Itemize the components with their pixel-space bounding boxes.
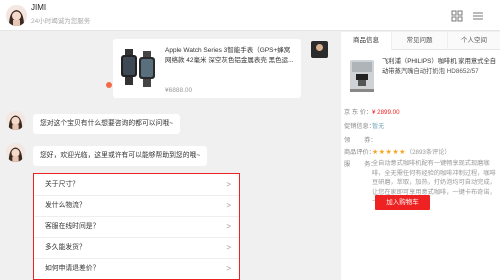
rating-label: 商品评价： (344, 149, 375, 156)
loading-icon (106, 82, 112, 88)
rating-count: （2893条评论） (405, 149, 451, 156)
chevron-right-icon: > (226, 180, 231, 189)
product-image (119, 45, 157, 89)
grid-icon[interactable] (451, 9, 463, 22)
promo-label: 促销信息： (344, 123, 375, 130)
rating-row: 商品评价：★★★★★（2893条评论） (344, 147, 451, 156)
faq-item-label: 如何申请退差价？ (45, 265, 100, 272)
product-card[interactable]: Apple Watch Series 3智能手表（GPS+蜂窝网络款 42毫米 … (113, 39, 301, 98)
faq-item[interactable]: 发什么物流？ > (34, 195, 239, 217)
product-info-panel: 商品信息 常见问题 个人空间 飞利浦（PHILIPS）咖啡机 家用意式全自动带蒸… (341, 32, 500, 280)
agent-avatar (6, 143, 25, 162)
panel-product-title-rest: 嘴自动打奶泡 HD8652/57 (407, 68, 479, 75)
agent-name: JIMI (31, 3, 47, 12)
product-title: Apple Watch Series 3智能手表（GPS+蜂窝网络款 42毫米 … (165, 47, 294, 64)
promo-value: 暂无 (372, 123, 385, 130)
chevron-right-icon: > (226, 201, 231, 210)
faq-item[interactable]: 如何申请退差价？ > (34, 258, 239, 280)
coffee-machine-image (347, 56, 377, 94)
faq-item[interactable]: 关于尺寸？ > (34, 174, 239, 196)
message-bubble: 您对这个宝贝有什么想要咨询的都可以问哦~ (33, 114, 181, 134)
tab-personal-space[interactable]: 个人空间 (447, 32, 500, 50)
price-row: 京 东 价：¥ 2899.00 (344, 107, 400, 116)
agent-avatar (6, 5, 27, 26)
faq-item-label: 多久能发货？ (45, 244, 86, 251)
faq-list: 关于尺寸？ > 发什么物流？ > 客服在线时间是？ > 多久能发货？ > 如何申… (33, 173, 240, 280)
user-avatar (311, 41, 328, 58)
agent-subtitle: 24小时竭诚为您服务 (31, 18, 91, 25)
chat-header: JIMI 24小时竭诚为您服务 (0, 0, 500, 31)
add-to-cart-button[interactable]: 加入购物车 (375, 195, 430, 210)
product-price: ¥6888.00 (165, 87, 193, 94)
chevron-right-icon: > (226, 243, 231, 252)
faq-item[interactable]: 客服在线时间是？ > (34, 216, 239, 238)
rating-stars: ★★★★★ (372, 149, 406, 156)
panel-product-title: 飞利浦（PHILIPS）咖啡机 家用意式全自动带蒸汽嘴自动打奶泡 HD8652/… (382, 57, 498, 77)
tab-faq[interactable]: 常见问题 (391, 32, 447, 50)
promo-row: 促销信息：暂无 (344, 121, 384, 130)
agent-avatar (6, 111, 25, 130)
chat-area: Apple Watch Series 3智能手表（GPS+蜂窝网络款 42毫米 … (0, 32, 340, 280)
faq-item-label: 发什么物流？ (45, 202, 86, 209)
faq-item[interactable]: 多久能发货？ > (34, 237, 239, 259)
message-bubble: 您好，欢迎光临，这里或许有可以能够帮助到您的哦~ (33, 146, 208, 166)
price-label: 京 东 价： (344, 109, 373, 116)
faq-item-label: 关于尺寸？ (45, 181, 79, 188)
faq-item-label: 客服在线时间是？ (45, 223, 100, 230)
coupon-label: 领券： (344, 137, 377, 144)
price-value: ¥ 2899.00 (372, 109, 400, 116)
coupon-row: 领券： (344, 135, 377, 144)
more-icon[interactable] (472, 9, 484, 21)
chevron-right-icon: > (226, 264, 231, 273)
panel-tabs: 商品信息 常见问题 个人空间 (341, 32, 500, 50)
chevron-right-icon: > (226, 222, 231, 231)
tab-product-info[interactable]: 商品信息 (341, 32, 391, 50)
